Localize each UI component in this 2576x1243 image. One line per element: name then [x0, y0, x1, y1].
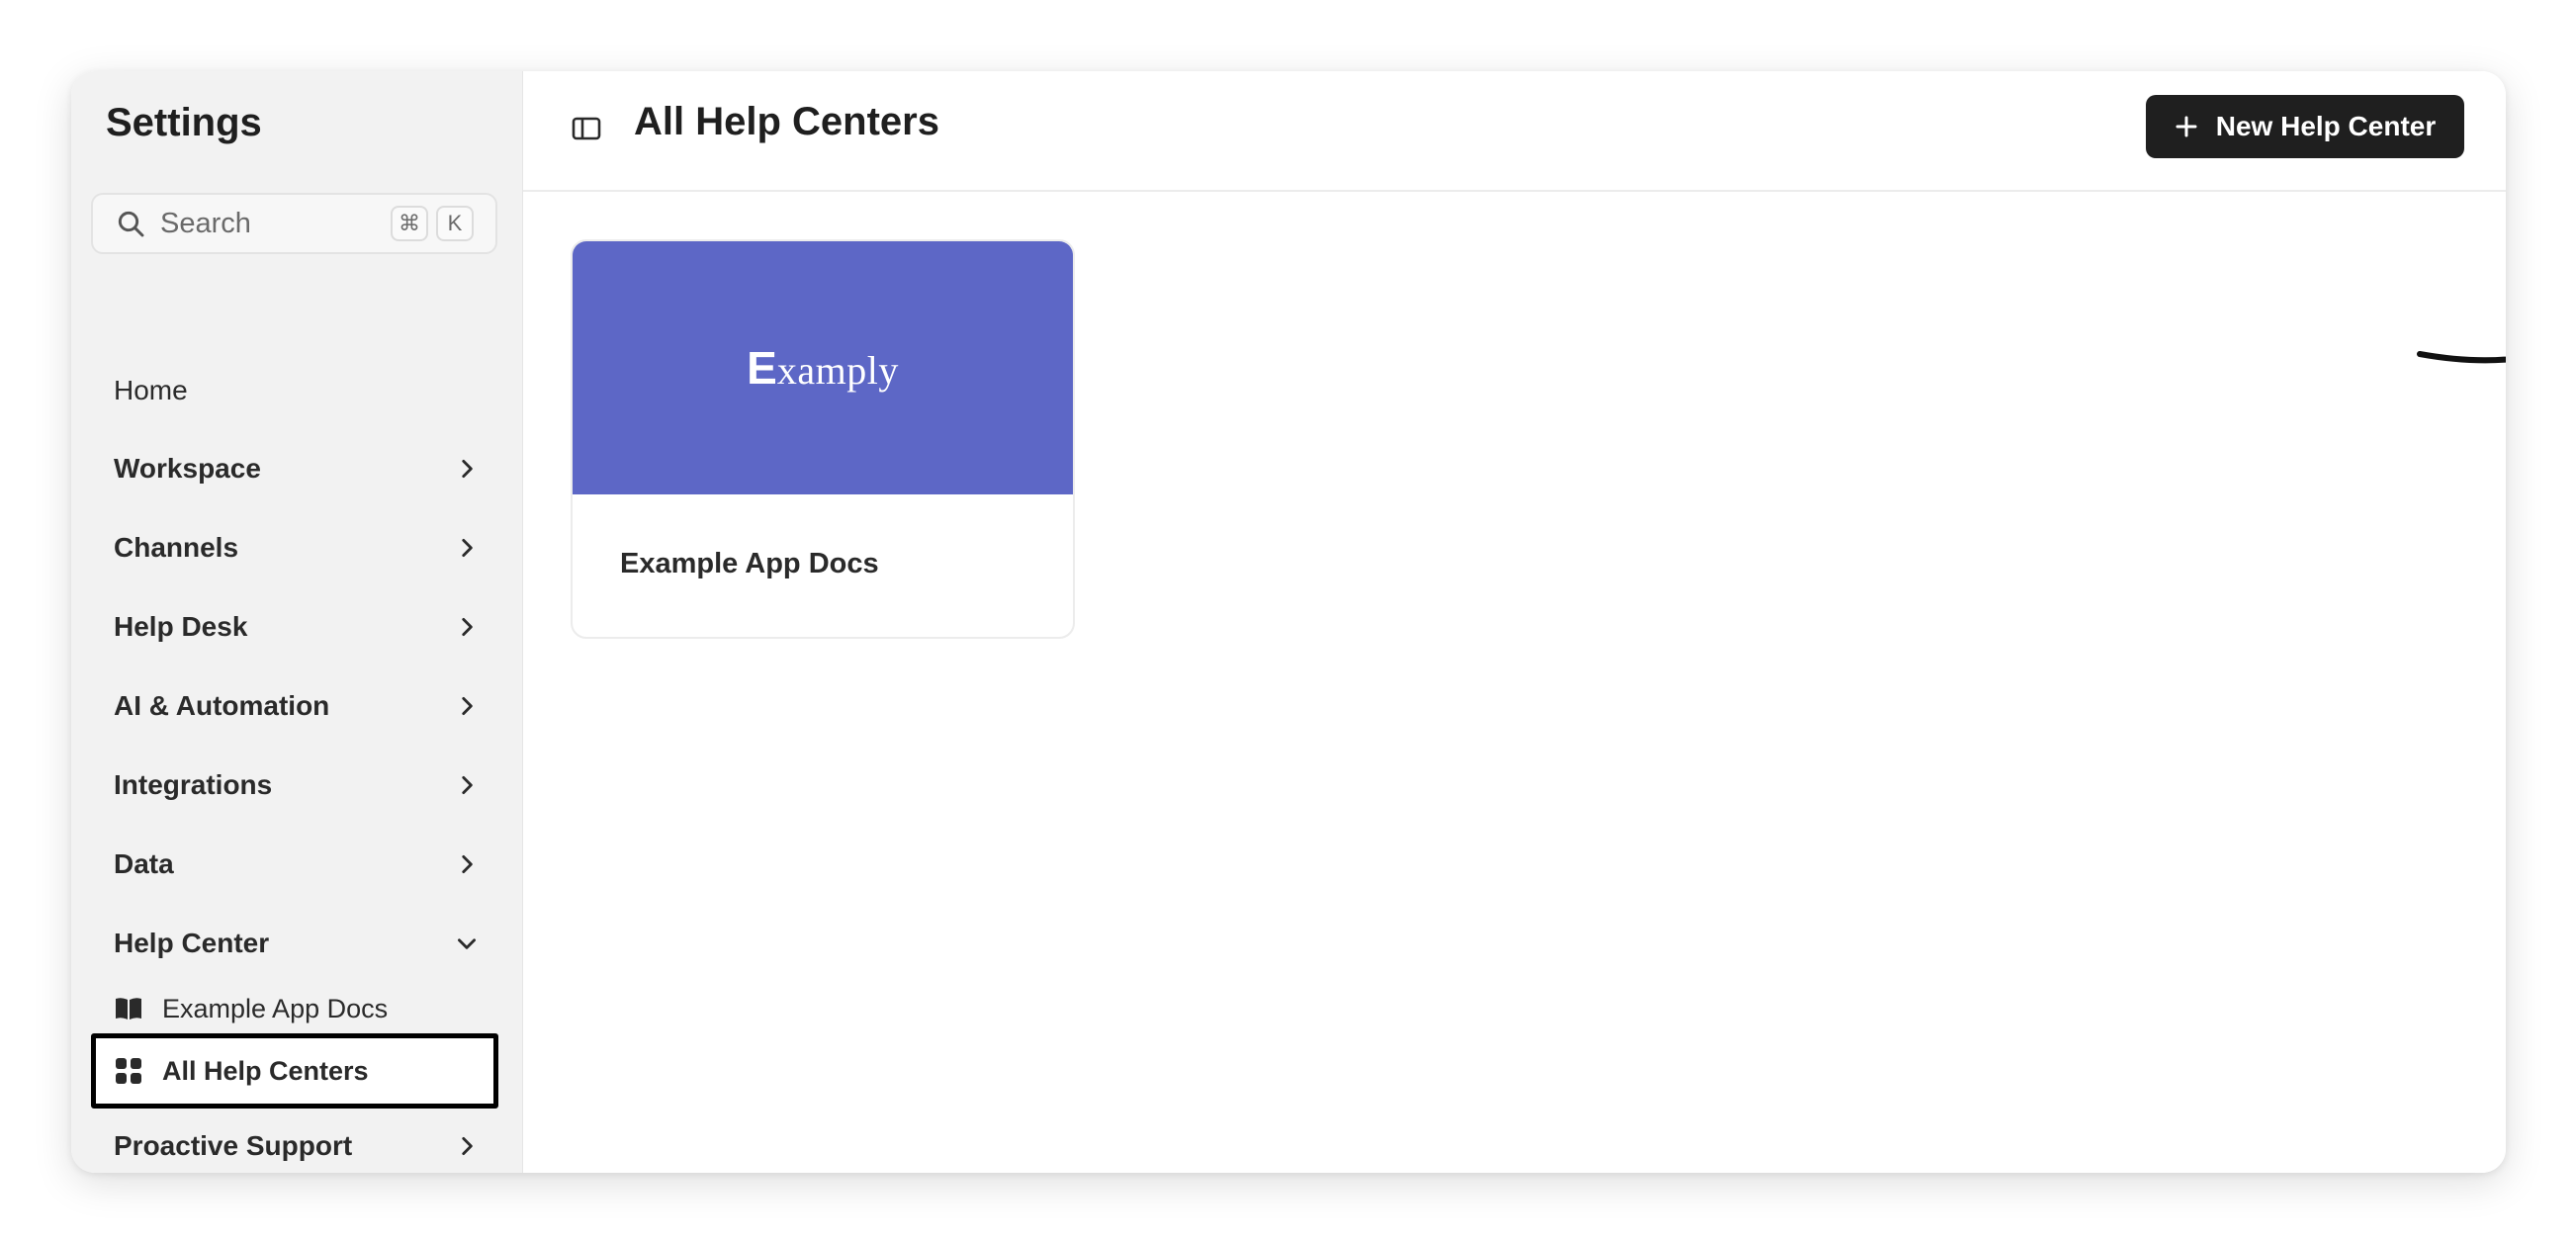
shortcut-key-k: K: [436, 206, 474, 241]
page-title: All Help Centers: [634, 100, 939, 143]
chevron-right-icon: [462, 855, 473, 873]
sidebar-toggle-icon[interactable]: [571, 113, 602, 144]
sidebar-item-workspace[interactable]: Workspace: [114, 444, 480, 493]
grid-icon: [114, 1056, 143, 1086]
chevron-right-icon: [462, 539, 473, 557]
new-help-center-button[interactable]: New Help Center: [2146, 95, 2464, 158]
sidebar-subitem-all-help-centers[interactable]: All Help Centers: [91, 1033, 498, 1109]
search-icon: [118, 211, 144, 237]
search-placeholder: Search: [160, 207, 251, 239]
chevron-down-icon: [458, 938, 476, 949]
sidebar-item-label: Integrations: [114, 769, 273, 800]
shortcut-key-cmd: ⌘: [391, 206, 428, 241]
sidebar-item-help-desk[interactable]: Help Desk: [114, 602, 480, 652]
help-center-card[interactable]: Examply Example App Docs: [571, 239, 1075, 639]
chevron-right-icon: [462, 697, 473, 715]
sidebar-item-label: Help Desk: [114, 611, 248, 642]
sidebar-item-proactive-support[interactable]: Proactive Support: [114, 1121, 480, 1171]
top-bar: All Help Centers New Help Center: [523, 71, 2506, 192]
sidebar-item-home[interactable]: Home: [114, 366, 480, 415]
book-icon: [114, 994, 143, 1023]
annotation-arrow-icon: [2417, 351, 2506, 364]
sidebar-subitem-label: All Help Centers: [162, 1055, 369, 1086]
chevron-right-icon: [462, 776, 473, 794]
card-title: Example App Docs: [620, 548, 879, 579]
sidebar-item-channels[interactable]: Channels: [114, 523, 480, 573]
sidebar-item-ai-automation[interactable]: AI & Automation: [114, 681, 480, 731]
sidebar-subitem-label: Example App Docs: [162, 993, 389, 1023]
sidebar-item-label: Proactive Support: [114, 1130, 353, 1161]
chevron-right-icon: [462, 1137, 473, 1155]
sidebar-item-label: Workspace: [114, 453, 261, 484]
sidebar-item-data[interactable]: Data: [114, 840, 480, 889]
examply-logo: Examply: [747, 342, 899, 394]
settings-window: Settings Search ⌘ K Home Workspace Chann…: [71, 71, 2506, 1173]
sidebar-item-label: Channels: [114, 532, 239, 563]
new-help-center-label: New Help Center: [2215, 111, 2437, 141]
sidebar-item-help-center[interactable]: Help Center: [114, 919, 480, 968]
sidebar-subitem-example-app-docs[interactable]: Example App Docs: [114, 983, 480, 1034]
main-content: All Help Centers New Help Center Examply…: [523, 71, 2506, 1173]
plus-icon: [2176, 116, 2197, 137]
card-banner: Examply: [573, 241, 1073, 494]
chevron-right-icon: [462, 618, 473, 636]
chevron-right-icon: [462, 460, 473, 478]
sidebar-title: Settings: [106, 101, 262, 144]
sidebar-item-integrations[interactable]: Integrations: [114, 760, 480, 810]
search-input[interactable]: Search ⌘ K: [91, 193, 497, 254]
sidebar-item-label: Home: [114, 375, 188, 405]
sidebar: Settings Search ⌘ K Home Workspace Chann…: [71, 71, 523, 1173]
sidebar-item-label: Data: [114, 848, 174, 879]
sidebar-item-label: AI & Automation: [114, 690, 330, 721]
sidebar-item-label: Help Center: [114, 928, 270, 958]
